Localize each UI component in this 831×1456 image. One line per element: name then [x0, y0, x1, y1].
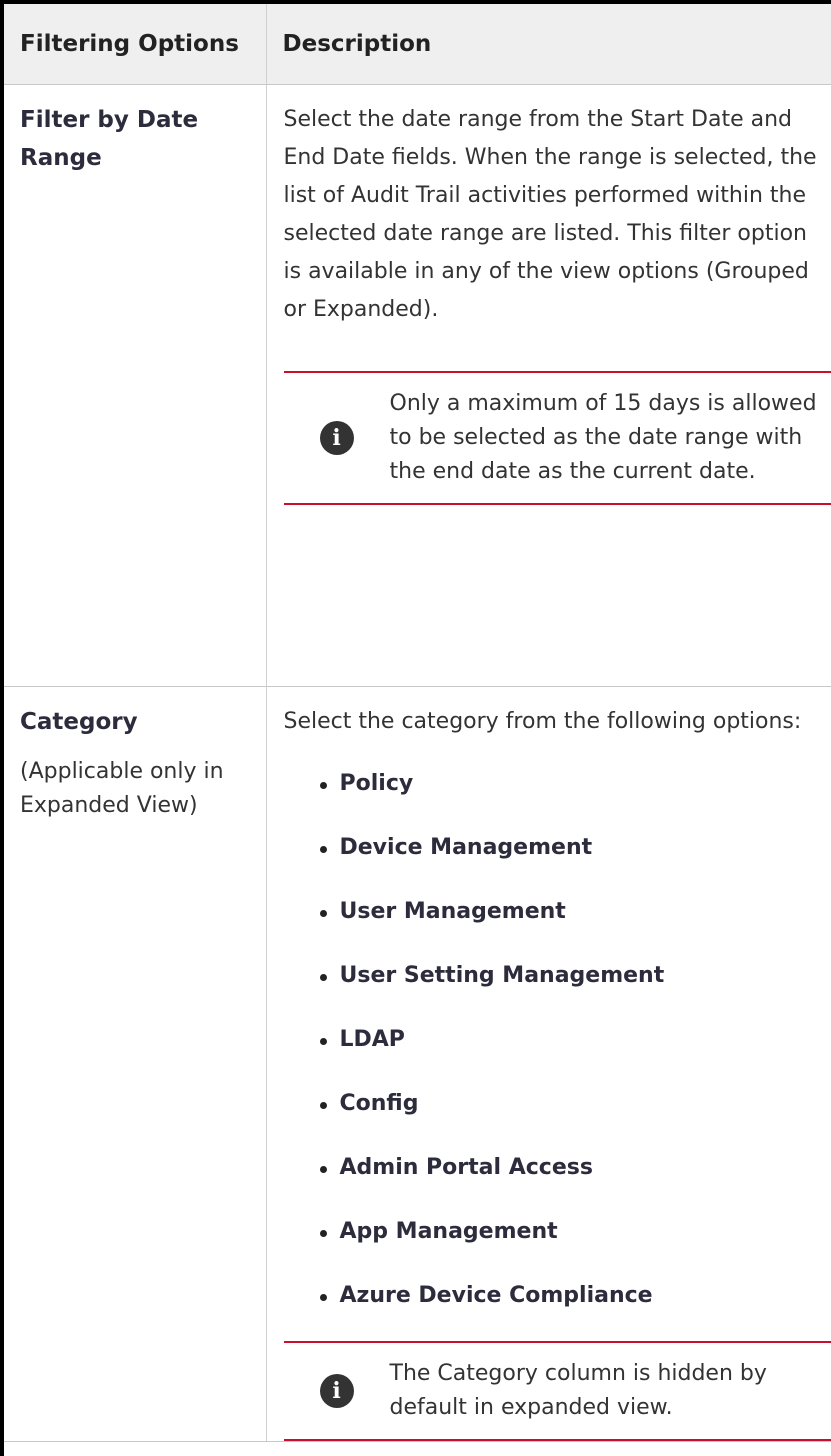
column-header-description: Description	[266, 4, 831, 85]
option-name-cell: Filter by Date Range	[4, 84, 267, 687]
note-text: Only a maximum of 15 days is allowed to …	[389, 390, 817, 484]
note-text: The Category column is hidden by default…	[389, 1360, 767, 1420]
table-row: Category (Applicable only in Expanded Vi…	[4, 686, 831, 1442]
category-options-list: Policy Device Management User Management…	[284, 765, 822, 1315]
list-item: User Setting Management	[318, 957, 822, 995]
info-icon: i	[319, 420, 354, 455]
table-row: Filter by Date Range Select the date ran…	[4, 84, 831, 687]
list-item: Config	[318, 1085, 822, 1123]
option-description: Select the category from the following o…	[283, 708, 802, 734]
info-icon: i	[319, 1373, 354, 1408]
column-header-filtering-options: Filtering Options	[4, 4, 267, 85]
list-item: LDAP	[318, 1021, 822, 1059]
table-header-row: Filtering Options Description	[4, 4, 831, 85]
note-box: i The Category column is hidden by defau…	[283, 1340, 831, 1441]
list-item: Policy	[318, 765, 822, 803]
option-name: Category	[20, 708, 138, 735]
list-item: User Management	[318, 893, 822, 931]
list-item: Admin Portal Access	[318, 1149, 822, 1187]
option-description: Select the date range from the Start Dat…	[283, 106, 817, 322]
list-item: Azure Device Compliance	[318, 1277, 822, 1315]
note-box: i Only a maximum of 15 days is allowed t…	[283, 370, 831, 505]
list-item: App Management	[318, 1213, 822, 1251]
filtering-options-table: Filtering Options Description Filter by …	[4, 4, 831, 1442]
option-description-cell: Select the date range from the Start Dat…	[266, 84, 831, 687]
option-applicability-note: (Applicable only in Expanded View)	[20, 758, 224, 818]
list-item: Device Management	[318, 829, 822, 867]
option-name: Filter by Date Range	[20, 106, 199, 171]
option-description-cell: Select the category from the following o…	[266, 686, 831, 1442]
option-name-cell: Category (Applicable only in Expanded Vi…	[4, 686, 267, 1442]
